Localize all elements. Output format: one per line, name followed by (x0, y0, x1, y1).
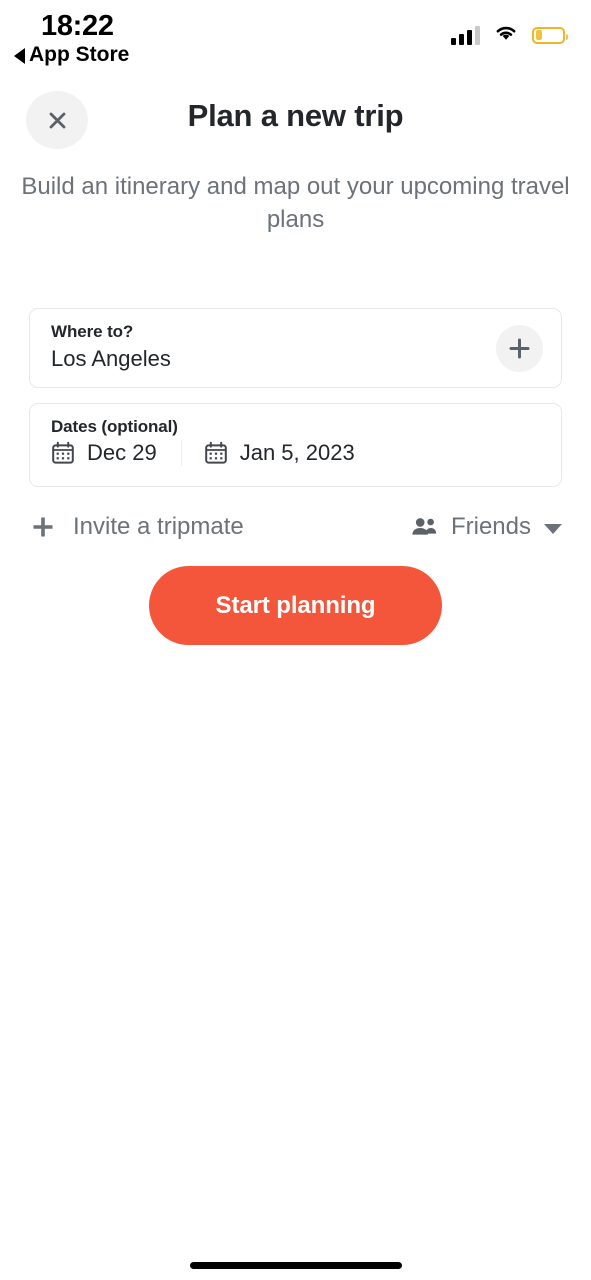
calendar-icon (52, 441, 74, 464)
chevron-down-icon (544, 524, 562, 534)
end-date-field[interactable]: Jan 5, 2023 (204, 440, 355, 466)
status-bar: 18:22 App Store (0, 0, 591, 72)
trip-visibility-selector[interactable]: Friends (411, 513, 562, 541)
end-date-value: Jan 5, 2023 (239, 440, 355, 465)
dates-field-card[interactable]: Dates (optional) Dec 29 Jan 5, 2023 (29, 403, 562, 487)
status-bar-indicators (451, 23, 568, 47)
plus-icon (33, 517, 53, 537)
dates-label: Dates (optional) (51, 417, 178, 436)
add-destination-button[interactable] (496, 325, 543, 372)
dates-divider (180, 440, 182, 466)
dates-row: Dec 29 Jan 5, 2023 (51, 440, 355, 466)
invite-and-visibility-row: Invite a tripmate Friends (29, 508, 562, 546)
signal-bars-icon (451, 25, 480, 45)
invite-tripmate-button[interactable]: Invite a tripmate (29, 513, 244, 541)
start-date-field[interactable]: Dec 29 (51, 440, 157, 466)
destination-field-card[interactable]: Where to? Los Angeles (29, 308, 562, 388)
back-label: App Store (29, 43, 130, 66)
back-to-app-store-link[interactable]: App Store (14, 43, 129, 67)
back-caret-icon (14, 48, 25, 64)
destination-label: Where to? (51, 322, 134, 341)
people-icon (412, 518, 437, 535)
destination-value[interactable]: Los Angeles (51, 346, 171, 372)
start-planning-button[interactable]: Start planning (149, 566, 442, 645)
home-indicator (190, 1262, 402, 1269)
status-bar-clock: 18:22 (41, 10, 114, 42)
invite-tripmate-label: Invite a tripmate (73, 513, 244, 540)
trip-visibility-value: Friends (450, 513, 531, 540)
start-date-value: Dec 29 (87, 440, 157, 465)
page-title: Plan a new trip (187, 98, 404, 133)
calendar-icon (204, 441, 227, 464)
wifi-icon (493, 23, 519, 47)
page-subtitle: Build an itinerary and map out your upco… (21, 173, 570, 233)
battery-low-icon (532, 26, 568, 44)
plus-icon (509, 338, 530, 359)
